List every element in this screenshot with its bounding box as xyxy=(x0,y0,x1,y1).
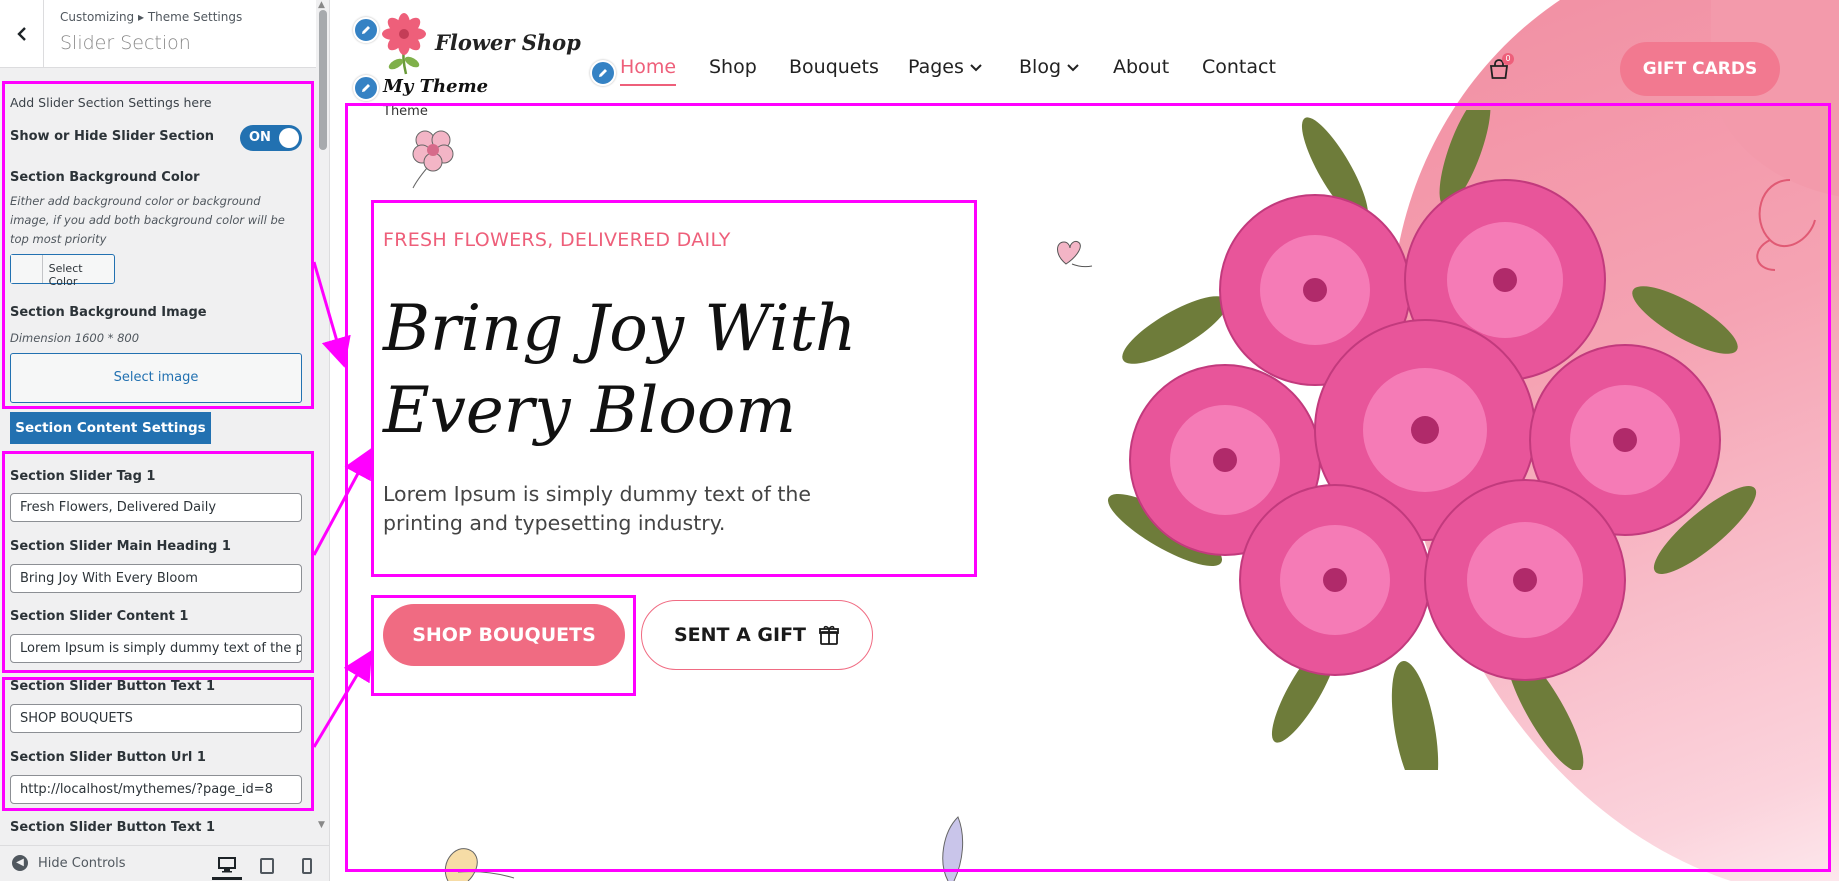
bg-color-label: Section Background Color xyxy=(10,170,200,185)
decorative-flower-icon xyxy=(412,130,454,189)
button-url-input[interactable]: http://localhost/mythemes/?page_id=8 xyxy=(10,775,302,804)
select-color-button[interactable]: Select Color xyxy=(10,254,115,288)
nav-blog[interactable]: Blog xyxy=(1019,56,1079,78)
nav-blog-label: Blog xyxy=(1019,56,1061,78)
bg-image-description: Dimension 1600 * 800 xyxy=(10,331,140,345)
arrow-left-circle-icon: ◀ xyxy=(12,855,28,871)
toggle-knob xyxy=(279,128,299,148)
edit-logo-pencil-icon[interactable] xyxy=(353,17,379,43)
scroll-down-arrow-icon[interactable]: ▼ xyxy=(318,820,325,830)
slider-heading-input[interactable]: Bring Joy With Every Bloom xyxy=(10,564,302,593)
chevron-left-icon xyxy=(16,27,26,41)
select-color-label: Select Color xyxy=(48,262,83,288)
nav-bouquets[interactable]: Bouquets xyxy=(789,56,879,78)
slider-tag-label: Section Slider Tag 1 xyxy=(10,469,156,484)
bg-color-description: Either add background color or backgroun… xyxy=(10,194,285,246)
scroll-up-arrow-icon[interactable]: ▲ xyxy=(318,0,325,10)
slider-tag-input[interactable]: Fresh Flowers, Delivered Daily xyxy=(10,493,302,522)
shop-bouquets-button[interactable]: SHOP BOUQUETS xyxy=(383,604,625,666)
site-logo[interactable]: Flower Shop xyxy=(435,30,581,55)
show-slider-toggle[interactable]: ON xyxy=(240,125,302,151)
nav-about[interactable]: About xyxy=(1113,56,1169,78)
mobile-icon xyxy=(302,858,312,874)
site-title[interactable]: My Theme xyxy=(383,76,488,97)
edit-site-title-pencil-icon[interactable] xyxy=(353,75,379,101)
tablet-icon xyxy=(260,858,274,874)
slider-heading-label: Section Slider Main Heading 1 xyxy=(10,539,231,554)
slider-content-input[interactable]: Lorem Ipsum is simply dummy text of the … xyxy=(10,634,302,663)
color-swatch xyxy=(11,255,43,283)
button-text-label: Section Slider Button Text 1 xyxy=(10,679,216,694)
app: Customizing ▸ Theme Settings Slider Sect… xyxy=(0,0,1839,881)
customizer-sidebar: Customizing ▸ Theme Settings Slider Sect… xyxy=(0,0,330,881)
breadcrumb: Customizing ▸ Theme Settings xyxy=(60,10,243,24)
nav-pages-label: Pages xyxy=(908,56,964,78)
desktop-preview-button[interactable] xyxy=(212,852,242,880)
nav-home[interactable]: Home xyxy=(620,56,677,86)
desktop-icon xyxy=(218,856,236,872)
edit-menu-pencil-icon[interactable] xyxy=(590,60,616,86)
back-button[interactable] xyxy=(0,0,44,68)
cart-button[interactable]: 0 xyxy=(1488,53,1514,84)
customizer-header: Customizing ▸ Theme Settings Slider Sect… xyxy=(0,0,329,68)
gift-cards-button[interactable]: GIFT CARDS xyxy=(1620,42,1780,96)
chevron-down-icon xyxy=(970,64,982,72)
slider-heading: Bring Joy With Every Bloom xyxy=(383,292,857,448)
slider-content-label: Section Slider Content 1 xyxy=(10,609,189,624)
flower-logo-icon xyxy=(382,13,426,75)
nav-shop[interactable]: Shop xyxy=(709,56,757,78)
cart-count-badge: 0 xyxy=(1502,53,1514,65)
sent-a-gift-button[interactable]: SENT A GIFT xyxy=(641,600,873,670)
tablet-preview-button[interactable] xyxy=(252,852,282,880)
customizer-footer: ◀ Hide Controls xyxy=(0,845,329,881)
hide-controls-button[interactable]: ◀ Hide Controls xyxy=(12,855,126,871)
gift-box-icon xyxy=(819,625,839,645)
toggle-state: ON xyxy=(249,130,271,145)
slider-text: Lorem Ipsum is simply dummy text of the … xyxy=(383,482,811,535)
settings-intro: Add Slider Section Settings here xyxy=(10,95,212,110)
sidebar-scrollbar[interactable]: ▲ ▼ xyxy=(316,0,329,830)
button-text-input[interactable]: SHOP BOUQUETS xyxy=(10,704,302,733)
chevron-down-icon xyxy=(1067,64,1079,72)
flower-bouquet-image xyxy=(1107,110,1757,770)
show-hide-label: Show or Hide Slider Section xyxy=(10,129,215,144)
hide-controls-label: Hide Controls xyxy=(38,855,126,871)
content-settings-button[interactable]: Section Content Settings xyxy=(10,412,211,444)
button-text-label-2: Section Slider Button Text 1 xyxy=(10,820,216,835)
mobile-preview-button[interactable] xyxy=(292,852,322,880)
select-image-button[interactable]: Select image xyxy=(10,353,302,403)
button-url-label: Section Slider Button Url 1 xyxy=(10,750,206,765)
sent-a-gift-label: SENT A GIFT xyxy=(673,624,807,646)
nav-contact[interactable]: Contact xyxy=(1202,56,1276,78)
decorative-leaf-icon xyxy=(444,848,515,881)
section-title: Slider Section xyxy=(60,32,191,54)
scrollbar-thumb[interactable] xyxy=(319,10,327,150)
nav-pages[interactable]: Pages xyxy=(908,56,982,78)
slider-tag: FRESH FLOWERS, DELIVERED DAILY xyxy=(383,229,731,251)
site-tagline: Theme xyxy=(383,104,428,119)
decorative-lavender-icon xyxy=(942,816,964,881)
bg-image-label: Section Background Image xyxy=(10,305,207,320)
